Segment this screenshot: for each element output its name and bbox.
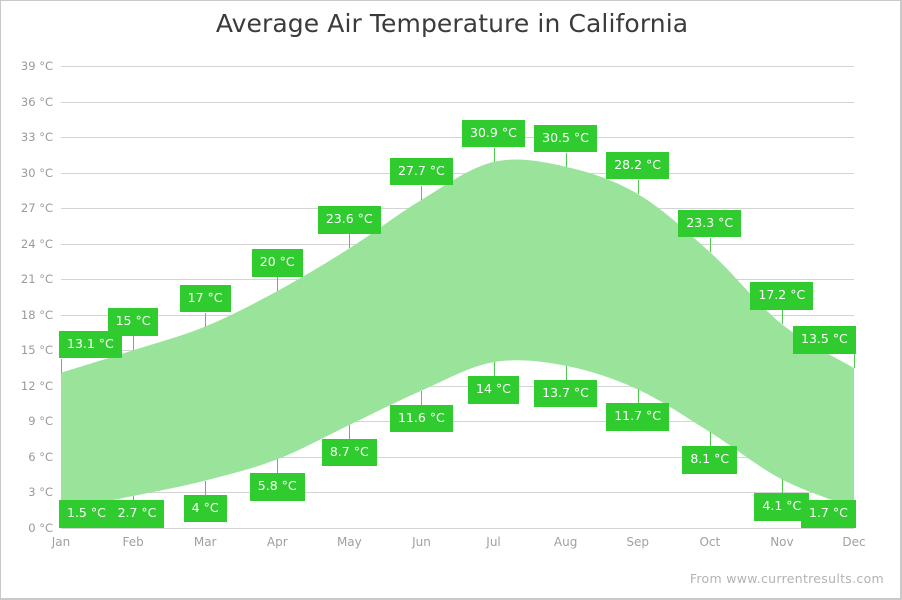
x-axis-tick-label: Aug (553, 535, 578, 549)
data-label: 28.2 °C (606, 151, 670, 180)
data-label-stem (637, 389, 639, 404)
data-label-stem (349, 234, 351, 249)
y-axis-tick-label: 0 °C (28, 521, 53, 535)
data-label: 13.7 °C (534, 379, 597, 408)
y-axis-tick-label: 30 °C (20, 165, 53, 180)
data-label: 17.2 °C (750, 282, 814, 310)
y-axis-tick-label: 24 °C (20, 236, 53, 251)
y-axis-tick-label: 36 °C (20, 94, 53, 109)
data-label: 23.6 °C (317, 206, 381, 234)
data-label: 11.7 °C (606, 403, 670, 431)
data-label: 20 °C (251, 249, 303, 277)
x-axis-tick-label: Oct (699, 535, 721, 549)
data-label-stem (709, 237, 711, 252)
data-label-stem (854, 354, 855, 369)
y-axis-tick-label: 27 °C (20, 201, 53, 216)
data-label-stem (565, 365, 567, 380)
data-label-stem (133, 336, 135, 351)
data-label-stem (637, 179, 639, 194)
y-axis-tick-label: 39 °C (20, 59, 53, 73)
x-axis-tick-label: Dec (842, 535, 866, 549)
data-label-stem (709, 432, 711, 447)
y-axis-tick-label: 15 °C (20, 343, 53, 358)
data-label: 30.9 °C (462, 119, 525, 148)
data-label: 2.7 °C (109, 500, 165, 528)
y-axis-tick-label: 21 °C (20, 272, 53, 287)
data-label: 1.7 °C (801, 500, 856, 528)
data-label-stem (493, 362, 495, 377)
data-label: 17 °C (179, 284, 231, 313)
data-label-stem (565, 152, 567, 167)
data-label: 13.5 °C (793, 326, 856, 354)
y-axis-tick-label: 12 °C (20, 378, 53, 393)
data-label: 14 °C (468, 376, 519, 404)
data-label-stem (205, 480, 207, 495)
data-label-stem (277, 277, 279, 292)
y-axis-tick-label: 6 °C (28, 449, 53, 464)
data-label-stem (61, 358, 62, 373)
x-axis-tick-label: Feb (122, 535, 144, 549)
data-label: 1.5 °C (59, 500, 114, 528)
data-label-stem (421, 185, 423, 200)
chart-container: Average Air Temperature in California 0 … (0, 0, 902, 600)
data-label-stem (781, 310, 783, 325)
x-axis-tick-label: Nov (770, 535, 794, 549)
data-label: 11.6 °C (389, 404, 453, 433)
data-label: 27.7 °C (389, 157, 453, 186)
data-label-stem (493, 147, 495, 162)
data-label: 5.8 °C (249, 473, 305, 501)
y-axis-tick-label: 18 °C (20, 307, 53, 322)
x-axis-tick-label: Jan (51, 535, 71, 549)
x-axis-tick-label: Jun (412, 535, 431, 549)
gridline (61, 528, 854, 529)
y-axis-tick-label: 3 °C (28, 485, 53, 500)
data-label-stem (205, 312, 207, 327)
y-axis-tick-label: 9 °C (28, 414, 53, 429)
y-axis-tick-label: 33 °C (20, 130, 53, 145)
data-label: 4 °C (183, 494, 227, 523)
data-label: 8.1 °C (682, 446, 738, 474)
data-label-stem (421, 390, 423, 405)
x-axis-tick-label: Apr (266, 535, 288, 549)
x-axis-tick-label: Jul (486, 535, 501, 549)
data-label-stem (781, 479, 783, 494)
data-label: 15 °C (107, 308, 159, 336)
source-attribution: From www.currentresults.com (689, 571, 884, 586)
x-axis-tick-label: Sep (626, 535, 650, 549)
data-label: 30.5 °C (534, 124, 597, 153)
x-axis-tick-label: May (336, 535, 362, 549)
data-label: 8.7 °C (321, 438, 377, 467)
chart-title: Average Air Temperature in California (215, 9, 689, 38)
data-label-stem (349, 424, 351, 439)
data-label-stem (277, 459, 279, 474)
x-axis-tick-label: Mar (193, 535, 217, 549)
data-label: 23.3 °C (678, 209, 742, 238)
